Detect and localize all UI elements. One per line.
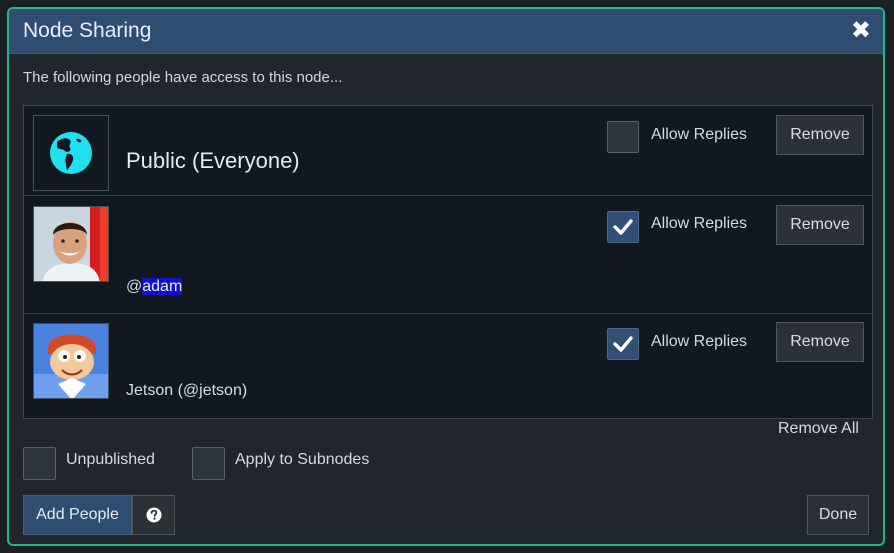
done-button[interactable]: Done xyxy=(807,495,869,535)
allow-replies-label: Allow Replies xyxy=(651,126,748,143)
apply-subnodes-label: Apply to Subnodes xyxy=(235,451,370,468)
remove-all-link[interactable]: Remove All xyxy=(778,420,859,438)
allow-replies-checkbox[interactable] xyxy=(607,328,639,360)
add-people-button[interactable]: Add People xyxy=(23,495,132,535)
user-avatar-jetson xyxy=(33,323,109,399)
allow-replies-label: Allow Replies xyxy=(651,333,748,350)
node-sharing-dialog: Node Sharing ✖ The following people have… xyxy=(7,7,885,546)
intro-text: The following people have access to this… xyxy=(23,69,343,86)
share-row-jetson: Jetson (@jetson) Allow Replies Remove xyxy=(24,314,872,418)
help-icon xyxy=(146,507,161,523)
allow-replies-label: Allow Replies xyxy=(651,215,748,232)
share-row-adam: @adam Allow Replies Remove xyxy=(24,196,872,314)
dialog-titlebar: Node Sharing ✖ xyxy=(9,9,883,54)
mention-prefix: @ xyxy=(126,278,143,295)
user-photo-adam xyxy=(33,206,109,282)
share-name: @adam xyxy=(126,278,183,296)
share-name: Jetson (@jetson) xyxy=(126,382,248,399)
apply-subnodes-checkbox[interactable] xyxy=(192,447,225,480)
dialog-title: Node Sharing xyxy=(23,19,152,42)
check-icon xyxy=(613,336,633,352)
check-icon xyxy=(613,219,633,235)
allow-replies-checkbox[interactable] xyxy=(607,211,639,243)
globe-icon xyxy=(33,115,109,191)
unpublished-label: Unpublished xyxy=(66,451,155,468)
share-name: Public (Everyone) xyxy=(126,148,300,173)
close-icon[interactable]: ✖ xyxy=(851,19,871,43)
share-row-public: Public (Everyone) Allow Replies Remove xyxy=(24,106,872,196)
remove-button[interactable]: Remove xyxy=(776,115,864,155)
help-button[interactable] xyxy=(132,495,175,535)
mention-highlight: adam xyxy=(142,278,183,295)
share-list: Public (Everyone) Allow Replies Remove @… xyxy=(23,105,873,419)
unpublished-checkbox[interactable] xyxy=(23,447,56,480)
remove-button[interactable]: Remove xyxy=(776,205,864,245)
allow-replies-checkbox[interactable] xyxy=(607,121,639,153)
remove-button[interactable]: Remove xyxy=(776,322,864,362)
